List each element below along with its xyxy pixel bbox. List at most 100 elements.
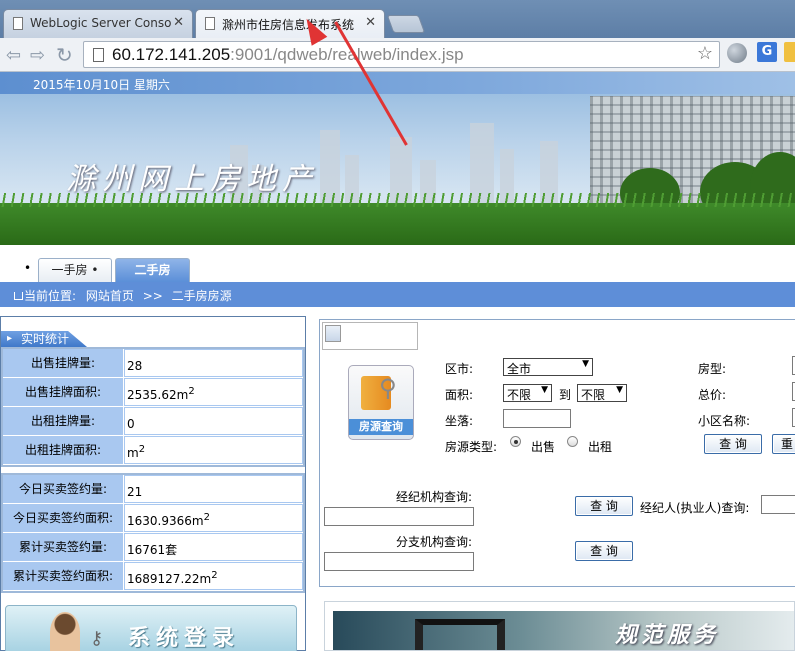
page-icon [205, 17, 215, 30]
stat-value: 28 [124, 349, 303, 377]
avatar [50, 612, 80, 651]
stat-value: m2 [124, 436, 303, 464]
broken-image [322, 322, 418, 350]
chevron-down-icon: ▼ [541, 385, 548, 395]
browser-toolbar: ⇦ ⇨ ↻ 60.172.141.205:9001/qdweb/realweb/… [0, 38, 795, 72]
room-type-label: 房型: [698, 362, 727, 376]
branch-query-label: 分支机构查询: [396, 535, 473, 549]
table-row: 出租挂牌面积: m2 [3, 436, 303, 465]
key-icon: ⚷ [90, 628, 104, 649]
breadcrumb-separator: >> [142, 289, 163, 303]
bookmark-star-icon[interactable]: ☆ [697, 43, 713, 64]
search-icon-caption: 房源查询 [349, 419, 413, 435]
stat-label: 出租挂牌量: [3, 407, 124, 435]
close-icon[interactable]: ✕ [173, 15, 184, 30]
query-button[interactable]: 查 询 [704, 434, 762, 454]
page-content: 2015年10月10日 星期六 滁州网上房地产 • 一手房 • 二手房 当前位置… [0, 72, 795, 651]
gate-image [415, 619, 505, 650]
stat-value: 1689127.22m2 [124, 562, 303, 590]
breadcrumb: 当前位置: 网站首页 >> 二手房房源 [0, 282, 795, 307]
location-input[interactable] [503, 409, 571, 428]
sale-radio-label: 出售 [531, 440, 556, 454]
stat-label: 累计买卖签约量: [3, 533, 124, 561]
stats-table: 出售挂牌量: 28 出售挂牌面积: 2535.62m2 出租挂牌量: 0 出租挂牌面积… [1, 347, 305, 599]
search-icon: ⚲ [379, 374, 397, 402]
search-panel: ⚲ 房源查询 区市: 全市 ▼ 面积: 不限 ▼ 到 不限 ▼ 坐落: 房源类型: 出… [319, 319, 795, 587]
address-bar[interactable]: 60.172.141.205:9001/qdweb/realweb/index.… [83, 41, 720, 68]
table-row: 今日买卖签约面积: 1630.9366m2 [3, 504, 303, 533]
service-banner[interactable]: 规范服务 [324, 601, 795, 651]
grass-strip [0, 193, 795, 245]
stat-value: 0 [124, 407, 303, 435]
stat-label: 出售挂牌量: [3, 349, 124, 377]
browser-tab-weblogic[interactable]: WebLogic Server Conso ✕ [3, 9, 193, 38]
stat-label: 今日买卖签约面积: [3, 504, 124, 532]
header-banner: 2015年10月10日 星期六 滁州网上房地产 [0, 72, 795, 245]
rent-radio-label: 出租 [588, 440, 613, 454]
url-path: :9001/qdweb/realweb/index.jsp [230, 45, 464, 64]
branch-query-button[interactable]: 查 询 [575, 541, 633, 561]
service-banner-text: 规范服务 [615, 623, 720, 648]
table-row: 今日买卖签约量: 21 [3, 475, 303, 504]
extension-globe-icon[interactable] [727, 43, 747, 63]
stat-value: 1630.9366m2 [124, 504, 303, 532]
browser-tab-title: 滁州市住房信息发布系统 [222, 18, 355, 32]
breadcrumb-prefix: 当前位置: [24, 289, 77, 303]
browser-tab-title: WebLogic Server Conso [30, 16, 172, 30]
agency-input[interactable] [324, 507, 474, 526]
breadcrumb-current: 二手房房源 [171, 289, 232, 303]
rent-radio[interactable] [567, 436, 578, 447]
site-title: 滁州网上房地产 [66, 162, 318, 197]
date-bar: 2015年10月10日 星期六 [0, 72, 795, 94]
stat-label: 出售挂牌面积: [3, 378, 124, 406]
tab-second-hand[interactable]: 二手房 [115, 258, 190, 282]
reset-button[interactable]: 重 [772, 434, 795, 454]
contract-stats: 今日买卖签约量: 21 今日买卖签约面积: 1630.9366m2 累计买卖签约量:… [1, 473, 305, 593]
stats-header: 实时统计 [1, 331, 87, 347]
community-name-label: 小区名称: [698, 414, 751, 428]
table-row: 累计买卖签约量: 16761套 [3, 533, 303, 562]
branch-input[interactable] [324, 552, 474, 571]
area-to-label: 到 [559, 388, 572, 402]
agent-query-label: 经纪人(执业人)查询: [640, 501, 750, 515]
location-label: 坐落: [445, 414, 474, 428]
page-icon [93, 48, 104, 62]
source-type-label: 房源类型: [445, 440, 498, 454]
table-row: 出售挂牌面积: 2535.62m2 [3, 378, 303, 407]
stat-value: 21 [124, 475, 303, 503]
back-icon[interactable]: ⇦ [6, 45, 21, 66]
table-row: 出租挂牌量: 0 [3, 407, 303, 436]
breadcrumb-home-link[interactable]: 网站首页 [86, 289, 134, 303]
browser-tabstrip: WebLogic Server Conso ✕ 滁州市住房信息发布系统 ✕ [0, 0, 795, 38]
area-label: 面积: [445, 388, 474, 402]
stat-label: 累计买卖签约面积: [3, 562, 124, 590]
house-search-icon: ⚲ 房源查询 [348, 365, 414, 440]
agency-query-button[interactable]: 查 询 [575, 496, 633, 516]
translate-extension-icon[interactable]: G [757, 42, 777, 62]
nav-tabs: • 一手房 • 二手房 [0, 254, 795, 282]
reload-icon[interactable]: ↻ [56, 43, 73, 67]
browser-tab-active[interactable]: 滁州市住房信息发布系统 ✕ [195, 9, 385, 38]
close-icon[interactable]: ✕ [365, 15, 376, 30]
chevron-down-icon: ▼ [616, 385, 623, 395]
extension-icon[interactable] [784, 42, 795, 62]
url-host: 60.172.141.205 [112, 45, 231, 64]
stat-value: 16761套 [124, 533, 303, 561]
tab-new-house[interactable]: 一手房 • [38, 258, 112, 282]
chevron-down-icon: ▼ [582, 359, 589, 369]
district-select[interactable]: 全市 ▼ [503, 358, 593, 376]
stat-value: 2535.62m2 [124, 378, 303, 406]
agency-query-label: 经纪机构查询: [396, 490, 473, 504]
stats-panel: 实时统计 出售挂牌量:28 出售挂牌面积:2535.62m2 出租挂牌量:0 出… [0, 316, 306, 651]
district-label: 区市: [445, 362, 474, 376]
system-login-banner[interactable]: ⚷ 系统登录 [5, 605, 297, 651]
sale-radio[interactable] [510, 436, 521, 447]
home-icon [14, 292, 23, 300]
service-banner-image: 规范服务 [333, 611, 794, 650]
area-from-select[interactable]: 不限 ▼ [503, 384, 552, 402]
area-to-select[interactable]: 不限 ▼ [577, 384, 627, 402]
new-tab-button[interactable] [386, 15, 426, 33]
agent-input[interactable] [761, 495, 795, 514]
forward-icon[interactable]: ⇨ [30, 45, 45, 66]
login-title: 系统登录 [128, 626, 241, 651]
